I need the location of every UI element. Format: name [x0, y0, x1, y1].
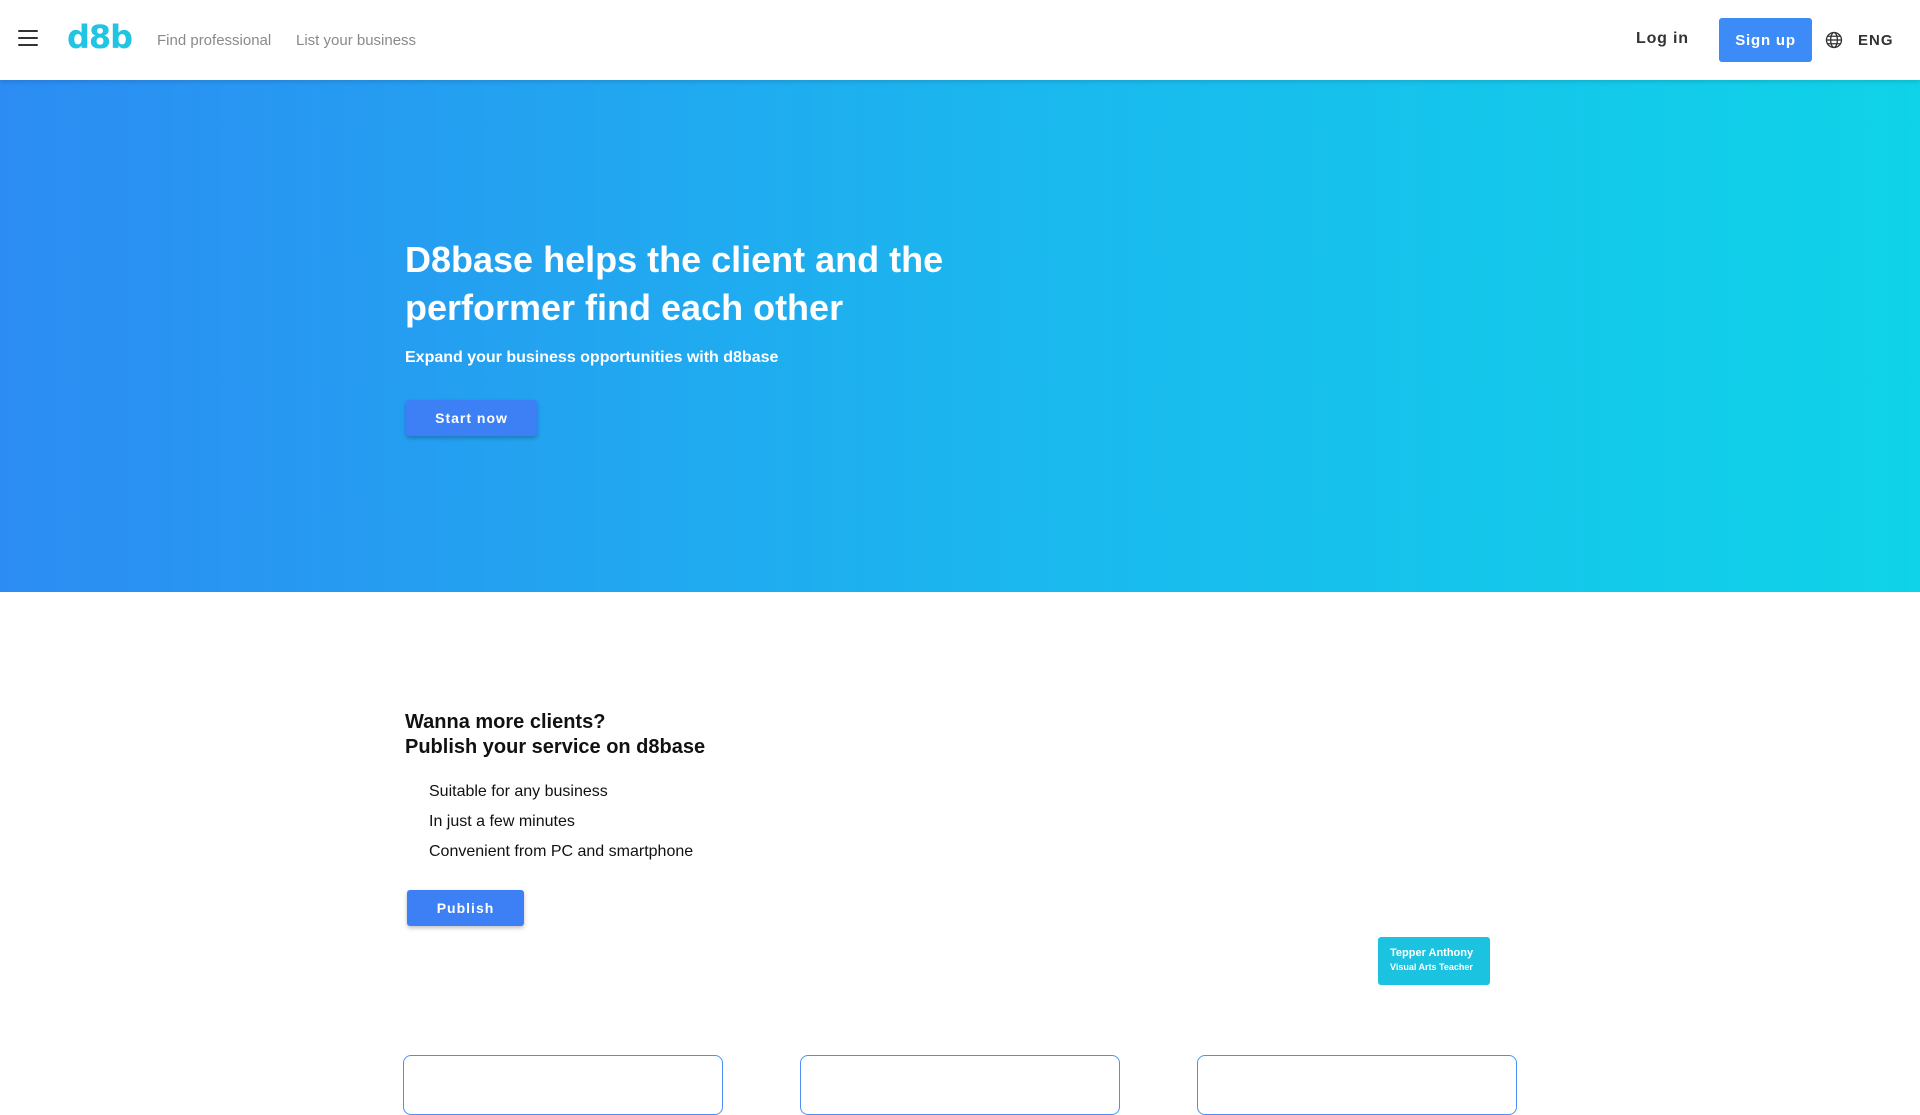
feature-list: Suitable for any business In just a few … — [429, 782, 693, 872]
hero-subtitle: Expand your business opportunities with … — [405, 349, 779, 366]
nav-list-your-business[interactable]: List your business — [296, 32, 416, 49]
feature-card[interactable] — [1197, 1055, 1517, 1115]
signup-button[interactable]: Sign up — [1719, 18, 1812, 62]
publish-title: Wanna more clients? Publish your service… — [405, 710, 705, 760]
feature-card[interactable] — [403, 1055, 723, 1115]
logo[interactable]: d8b — [67, 18, 133, 56]
globe-icon[interactable] — [1825, 31, 1843, 49]
feature-item: In just a few minutes — [429, 813, 575, 830]
publish-button[interactable]: Publish — [407, 890, 524, 926]
publish-title-line1: Wanna more clients? — [405, 711, 606, 733]
nav-find-professional[interactable]: Find professional — [157, 32, 271, 49]
feature-item: Convenient from PC and smartphone — [429, 843, 694, 860]
hamburger-menu-icon[interactable] — [18, 30, 38, 46]
start-now-button[interactable]: Start now — [406, 400, 537, 436]
hero-title: D8base helps the client and the performe… — [405, 239, 944, 328]
feature-item: Suitable for any business — [429, 783, 608, 800]
feature-card[interactable] — [800, 1055, 1120, 1115]
badge-name: Tepper Anthony — [1390, 947, 1474, 959]
publish-title-line2: Publish your service on d8base — [405, 736, 706, 758]
top-navbar: d8b Find professional List your business… — [0, 0, 1920, 80]
badge-role: Visual Arts Teacher — [1390, 962, 1473, 972]
professional-badge[interactable]: Tepper Anthony Visual Arts Teacher — [1378, 937, 1490, 985]
hero-section — [0, 80, 1920, 592]
login-button[interactable]: Log in — [1636, 30, 1689, 48]
language-selector[interactable]: ENG — [1858, 32, 1894, 49]
